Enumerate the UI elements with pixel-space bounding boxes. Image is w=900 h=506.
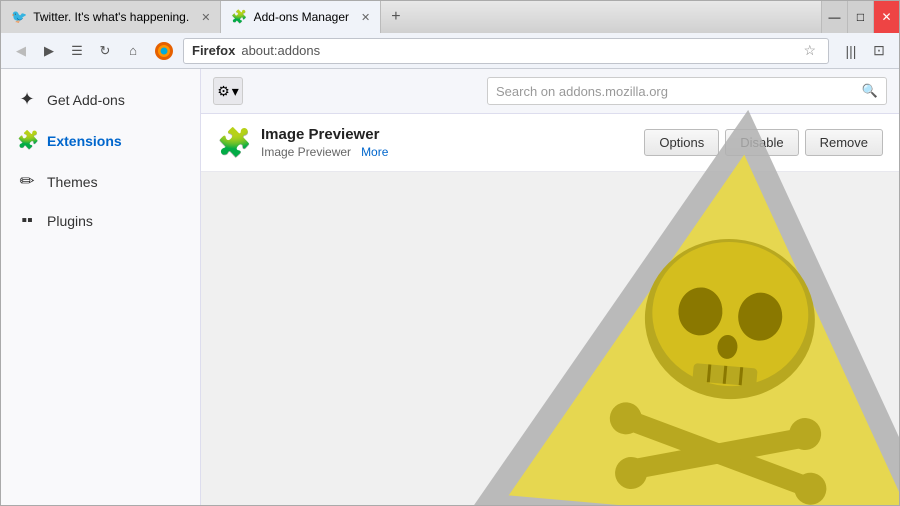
sidebar-item-get-addons[interactable]: ✦ Get Add-ons bbox=[1, 79, 200, 120]
window-controls: — □ ✕ bbox=[821, 1, 899, 33]
sidebar-item-plugins[interactable]: ▪▪ Plugins bbox=[1, 202, 200, 240]
tab-twitter-label: Twitter. It's what's happening. bbox=[33, 10, 189, 24]
back-button[interactable]: ◀ bbox=[9, 39, 33, 63]
new-tab-button[interactable]: + bbox=[381, 1, 410, 33]
tab-addons-label: Add-ons Manager bbox=[254, 10, 349, 24]
sidebar-item-plugins-label: Plugins bbox=[47, 213, 93, 229]
refresh-button[interactable]: ↻ bbox=[93, 39, 117, 63]
maximize-button[interactable]: □ bbox=[847, 1, 873, 33]
url-site-name: Firefox bbox=[192, 43, 235, 58]
sidebar-item-extensions[interactable]: 🧩 Extensions bbox=[1, 120, 200, 161]
extensions-icon: 🧩 bbox=[17, 130, 37, 151]
sidebar-item-extensions-label: Extensions bbox=[47, 133, 122, 149]
twitter-tab-icon: 🐦 bbox=[11, 9, 27, 25]
skull-warning-svg bbox=[459, 99, 899, 505]
home-button[interactable]: ⌂ bbox=[121, 39, 145, 63]
warning-sign-overlay bbox=[459, 99, 899, 505]
tab-twitter[interactable]: 🐦 Twitter. It's what's happening. ✕ bbox=[1, 1, 221, 33]
browser-window: 🐦 Twitter. It's what's happening. ✕ 🧩 Ad… bbox=[0, 0, 900, 506]
bookmark-star-icon[interactable]: ☆ bbox=[799, 42, 820, 59]
content-area: ⚙ ▾ Search on addons.mozilla.org 🔍 🧩 Ima… bbox=[201, 69, 899, 505]
extension-meta-name: Image Previewer bbox=[261, 145, 351, 159]
sidebar: ✦ Get Add-ons 🧩 Extensions ✏ Themes ▪▪ P… bbox=[1, 69, 201, 505]
gear-dropdown-arrow: ▾ bbox=[232, 83, 239, 100]
title-bar: 🐦 Twitter. It's what's happening. ✕ 🧩 Ad… bbox=[1, 1, 899, 33]
new-tab-icon: + bbox=[391, 8, 400, 26]
search-icon: 🔍 bbox=[862, 83, 878, 99]
toolbar-right: ||| ⊡ bbox=[839, 39, 891, 63]
gear-dropdown-button[interactable]: ⚙ ▾ bbox=[213, 77, 243, 105]
get-addons-icon: ✦ bbox=[17, 89, 37, 110]
minimize-button[interactable]: — bbox=[821, 1, 847, 33]
tab-twitter-close[interactable]: ✕ bbox=[201, 11, 210, 24]
gear-icon: ⚙ bbox=[217, 83, 230, 100]
url-path: about:addons bbox=[241, 43, 320, 58]
url-bar[interactable]: Firefox about:addons ☆ bbox=[183, 38, 829, 64]
addons-tab-icon: 🧩 bbox=[231, 9, 247, 25]
extension-more-link[interactable]: More bbox=[361, 145, 388, 159]
themes-icon: ✏ bbox=[17, 171, 37, 192]
close-button[interactable]: ✕ bbox=[873, 1, 899, 33]
tab-addons[interactable]: 🧩 Add-ons Manager ✕ bbox=[221, 1, 381, 33]
search-placeholder: Search on addons.mozilla.org bbox=[496, 84, 668, 99]
sidebar-toggle-icon[interactable]: ⊡ bbox=[867, 39, 891, 63]
forward-button[interactable]: ▶ bbox=[37, 39, 61, 63]
tab-addons-close[interactable]: ✕ bbox=[361, 11, 370, 24]
sidebar-item-themes[interactable]: ✏ Themes bbox=[1, 161, 200, 202]
nav-bar: ◀ ▶ ☰ ↻ ⌂ Firefox about:addons ☆ ||| ⊡ bbox=[1, 33, 899, 69]
menu-button[interactable]: ☰ bbox=[65, 39, 89, 63]
sidebar-item-get-addons-label: Get Add-ons bbox=[47, 92, 125, 108]
firefox-logo bbox=[153, 40, 175, 62]
plugins-icon: ▪▪ bbox=[17, 212, 37, 230]
main-area: ✦ Get Add-ons 🧩 Extensions ✏ Themes ▪▪ P… bbox=[1, 69, 899, 505]
bookmarks-icon[interactable]: ||| bbox=[839, 39, 863, 63]
extension-icon: 🧩 bbox=[217, 126, 249, 159]
sidebar-item-themes-label: Themes bbox=[47, 174, 98, 190]
